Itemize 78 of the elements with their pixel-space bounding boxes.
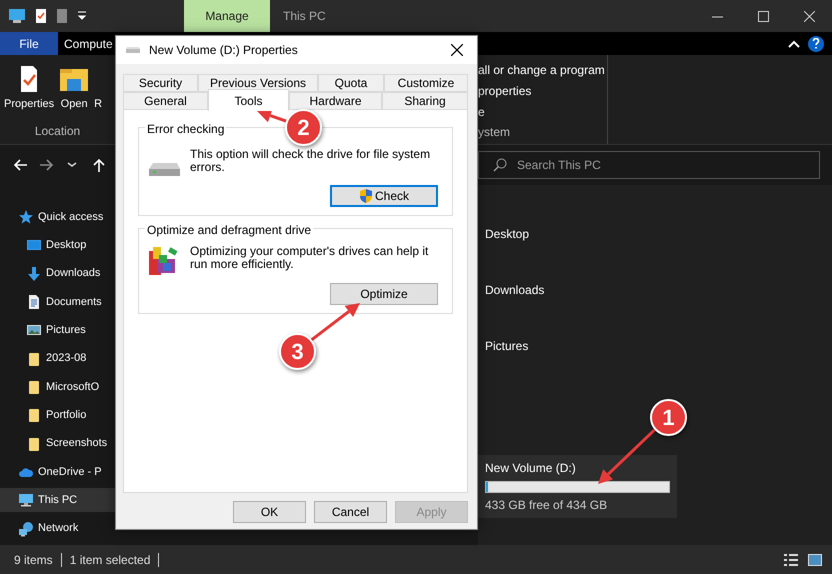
nav-item[interactable]: Portfolio — [0, 403, 115, 428]
nav-item[interactable]: Documents — [0, 290, 115, 314]
folder-name[interactable]: Pictures — [485, 339, 528, 353]
computer-icon[interactable] — [8, 8, 26, 24]
document-icon — [26, 294, 42, 310]
properties-check-icon — [19, 65, 40, 93]
nav-item[interactable]: This PC — [0, 488, 115, 512]
folder-name[interactable]: Desktop — [485, 227, 530, 241]
drive-tile[interactable]: New Volume (D:) 433 GB free of 434 GB — [478, 455, 677, 518]
dialog-tab[interactable]: Security — [123, 74, 198, 92]
up-arrow-icon[interactable] — [92, 158, 106, 172]
nav-item[interactable]: 2023-08 — [0, 346, 115, 371]
dialog-tab[interactable]: Quota — [318, 74, 384, 92]
folder-icon[interactable] — [56, 8, 68, 24]
ribbon-button[interactable]: R — [92, 61, 104, 122]
collapse-chevron-icon[interactable] — [788, 40, 800, 48]
window-title: This PC — [283, 8, 326, 25]
description-text: This option will check the drive for file system errors. — [190, 148, 432, 174]
ribbon-command[interactable]: all or change a program — [478, 61, 607, 82]
nav-item[interactable]: MicrosoftO — [0, 374, 115, 399]
defragment-blocks-icon — [148, 245, 180, 277]
dialog-button[interactable]: Cancel — [314, 501, 387, 523]
star-icon — [18, 209, 34, 225]
nav-item[interactable]: OneDrive - P — [0, 460, 115, 484]
dialog-tab[interactable]: Sharing — [382, 92, 468, 110]
search-field[interactable]: Search This PC — [478, 151, 820, 179]
drive-free-space: 433 GB free of 434 GB — [485, 497, 608, 514]
search-icon — [493, 158, 507, 172]
details-view-icon[interactable] — [784, 554, 798, 566]
maximize-icon — [758, 10, 768, 22]
description-text: Optimizing your computer's drives can help it run more efficiently. — [190, 245, 430, 271]
folder-icon — [26, 378, 42, 395]
nav-item[interactable]: Downloads — [0, 262, 115, 286]
network-globe-icon — [18, 520, 34, 537]
nav-item[interactable]: Screenshots — [0, 432, 115, 456]
dialog-button[interactable]: OK — [233, 501, 306, 523]
annotation-arrow — [257, 109, 286, 122]
dialog-tab[interactable]: General — [123, 92, 208, 110]
back-arrow-icon[interactable] — [13, 158, 27, 172]
folder-icon — [26, 350, 42, 367]
folder-name[interactable]: Downloads — [485, 283, 544, 297]
optimize-button[interactable]: Optimize — [330, 283, 438, 305]
annotation-arrow — [598, 428, 656, 484]
check-button[interactable]: Check — [330, 185, 438, 207]
properties-check-icon[interactable] — [35, 8, 47, 24]
close-icon — [804, 10, 814, 22]
nav-item[interactable]: Network — [0, 516, 115, 541]
dialog-tab[interactable]: Hardware — [289, 92, 382, 110]
download-arrow-icon — [26, 266, 42, 282]
drive-name: New Volume (D:) — [485, 460, 577, 477]
annotation-arrow — [310, 303, 360, 342]
large-icons-view-icon[interactable] — [808, 554, 822, 566]
dialog-title: New Volume (D:) Properties — [149, 42, 298, 59]
dialog-tab[interactable]: Customize — [384, 74, 468, 92]
nav-item[interactable]: Quick access — [0, 205, 115, 229]
ribbon-button[interactable]: Open — [57, 61, 92, 122]
ribbon-group-label: Location — [34, 123, 82, 140]
close-icon — [451, 44, 463, 56]
nav-item[interactable]: Pictures — [0, 318, 115, 342]
ribbon-group-label: ystem — [478, 124, 512, 142]
forward-arrow-icon[interactable] — [40, 158, 54, 172]
nav-item[interactable]: Desktop — [0, 233, 115, 258]
status-text: 9 items — [14, 552, 53, 568]
ribbon-tab[interactable]: File — [0, 32, 58, 55]
folder-icon — [26, 436, 42, 452]
ribbon-button[interactable]: Properties — [2, 61, 56, 122]
ribbon-tab[interactable]: Compute — [58, 32, 119, 55]
ribbon-command[interactable]: properties — [478, 82, 607, 102]
drive-icon — [125, 46, 141, 54]
shield-icon — [358, 188, 373, 204]
dropdown-caret-icon[interactable] — [77, 11, 87, 21]
ribbon-command[interactable]: e — [478, 102, 607, 124]
dialog-tab[interactable]: Tools — [208, 89, 289, 111]
help-icon[interactable] — [812, 38, 820, 49]
computer-icon — [18, 492, 34, 508]
status-text: 1 item selected — [70, 552, 150, 568]
ribbon-tab[interactable]: Manage — [184, 0, 270, 32]
folder-icon — [26, 407, 42, 424]
